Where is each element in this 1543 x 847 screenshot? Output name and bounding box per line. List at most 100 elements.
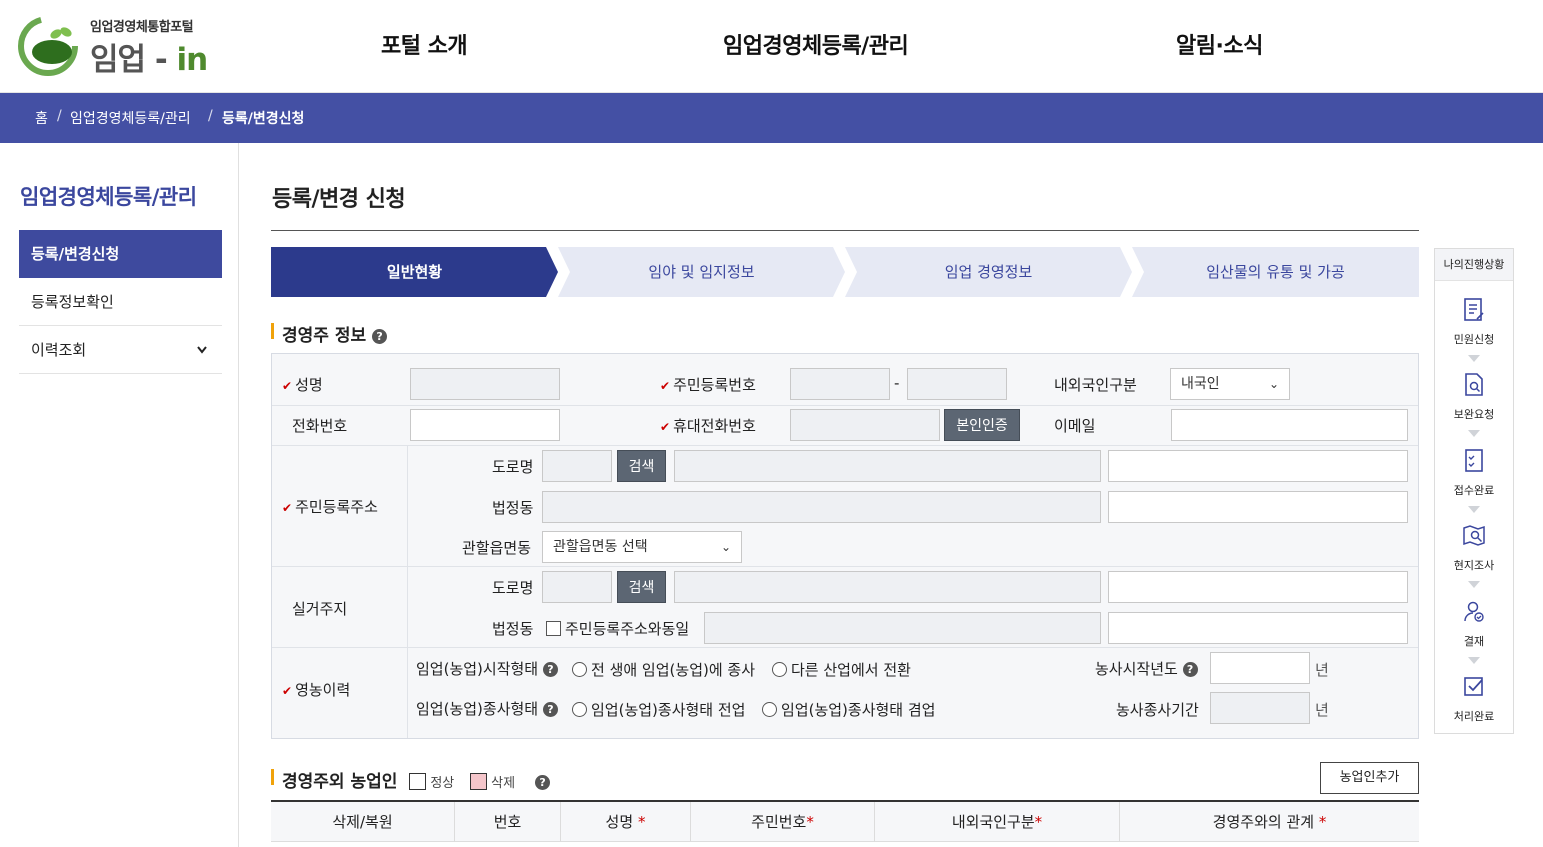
step-distribution[interactable]: 임산물의 유통 및 가공: [1132, 247, 1419, 297]
column-header-number: 번호: [455, 802, 561, 842]
breadcrumb-home[interactable]: 홈: [35, 108, 48, 128]
column-header-text: 내외국인구분: [951, 813, 1035, 831]
address-search-button[interactable]: 검색: [617, 450, 666, 482]
start-type-option-lifetime[interactable]: 전 생애 임업(농업)에 종사: [572, 659, 755, 680]
portal-logo[interactable]: 임업경영체통합포털 임업 - in: [18, 12, 218, 78]
label-text: 주민등록번호: [673, 376, 756, 394]
sidebar-item-registration-check[interactable]: 등록정보확인: [19, 278, 222, 326]
add-farmer-button[interactable]: 농업인추가: [1320, 762, 1419, 794]
help-icon[interactable]: ?: [542, 662, 558, 677]
arrow-down-icon: [1468, 657, 1480, 664]
work-type-option-parttime[interactable]: 임업(농업)종사형태 겸업: [762, 699, 935, 720]
step-label: 일반현황: [386, 263, 443, 281]
breadcrumb-separator: /: [57, 108, 62, 124]
start-year-field[interactable]: [1210, 652, 1310, 684]
address-search-button[interactable]: 검색: [617, 571, 666, 603]
start-type-label: 임업(농업)시작형태 ?: [416, 658, 558, 679]
column-header-text: 주민번호: [751, 813, 807, 831]
rrn-back-field[interactable]: [907, 368, 1007, 400]
checklist-icon: [1465, 449, 1483, 472]
page-title: 등록/변경 신청: [272, 187, 406, 212]
arrow-down-icon: [1468, 430, 1480, 437]
panel-title: 나의진행상황: [1435, 249, 1513, 281]
label-text: 성명: [295, 376, 323, 394]
road-address-field[interactable]: [674, 450, 1101, 482]
sidebar-item-history[interactable]: 이력조회: [19, 326, 222, 374]
radio-button[interactable]: [772, 662, 787, 677]
road-address-detail-field[interactable]: [1108, 450, 1408, 482]
jurisdiction-select[interactable]: 관할읍면동 선택 ⌄: [542, 531, 742, 563]
road-name-label: 도로명: [492, 458, 534, 476]
required-mark: ✔: [660, 379, 671, 393]
user-check-icon: [1464, 601, 1484, 622]
postal-code-field[interactable]: [542, 571, 612, 603]
legal-dong-label: 법정동: [492, 620, 534, 638]
chevron-down-icon: ⌄: [720, 540, 731, 554]
checkbox-label: 주민등록주소와동일: [565, 620, 690, 638]
logo-leaf-icon: [18, 16, 78, 76]
status-step-label: 현지조사: [1453, 559, 1495, 572]
year-unit: 년: [1315, 661, 1329, 679]
required-mark: *: [1034, 813, 1043, 831]
actual-address-label: 실거주지: [292, 600, 348, 618]
farmers-table-header: 삭제/복원 번호 성명 * 주민번호* 내외국인구분* 경영주와의 관계 *: [271, 800, 1419, 842]
work-period-field[interactable]: [1210, 692, 1310, 724]
sidebar-item-register-change[interactable]: 등록/변경신청: [19, 230, 222, 278]
nav-news[interactable]: 알림·소식: [1176, 28, 1263, 60]
help-icon[interactable]: ?: [1182, 662, 1198, 677]
same-as-resident-checkbox[interactable]: 주민등록주소와동일: [546, 618, 689, 639]
email-field[interactable]: [1171, 409, 1408, 441]
postal-code-field[interactable]: [542, 450, 612, 482]
label-text: 주민등록주소: [295, 498, 378, 516]
sidebar-item-label: 이력조회: [31, 341, 87, 359]
nationality-select[interactable]: 내국인 ⌄: [1170, 368, 1290, 400]
radio-button[interactable]: [572, 702, 587, 717]
start-type-option-switched[interactable]: 다른 산업에서 전환: [772, 659, 911, 680]
radio-button[interactable]: [572, 662, 587, 677]
nav-registration[interactable]: 임업경영체등록/관리: [723, 28, 909, 60]
legend-label: 정상: [430, 776, 455, 791]
help-icon[interactable]: ?: [535, 774, 551, 790]
name-field[interactable]: [410, 368, 560, 400]
road-address-detail-field[interactable]: [1108, 571, 1408, 603]
title-divider: [271, 230, 1419, 231]
legal-dong-label: 법정동: [492, 499, 534, 517]
label-text: 영농이력: [295, 681, 351, 699]
phone-field[interactable]: [410, 409, 560, 441]
step-general-status[interactable]: 일반현황: [271, 247, 558, 297]
legend-delete-swatch: [470, 773, 488, 790]
nav-portal-intro[interactable]: 포털 소개: [381, 28, 468, 60]
sidebar: 임업경영체등록/관리 등록/변경신청 등록정보확인 이력조회: [0, 143, 239, 847]
sidebar-title: 임업경영체등록/관리: [20, 185, 197, 209]
select-value: 내국인: [1181, 376, 1220, 392]
sidebar-item-label: 등록정보확인: [31, 293, 114, 311]
legal-dong-detail-field[interactable]: [1108, 612, 1408, 644]
step-management-info[interactable]: 임업 경영정보: [845, 247, 1132, 297]
jurisdiction-label: 관할읍면동: [462, 539, 532, 557]
farmers-section-title: 경영주외 농업인 정상 삭제 ?: [271, 767, 551, 792]
road-address-field[interactable]: [674, 571, 1101, 603]
checkbox[interactable]: [546, 621, 561, 636]
help-icon[interactable]: ?: [542, 702, 558, 717]
chevron-down-icon[interactable]: [196, 326, 208, 395]
help-icon[interactable]: ?: [372, 328, 388, 344]
status-step-application: 민원신청: [1435, 297, 1513, 347]
rrn-front-field[interactable]: [790, 368, 890, 400]
mobile-field[interactable]: [790, 409, 940, 441]
step-forest-info[interactable]: 임야 및 임지정보: [558, 247, 845, 297]
select-value: 관할읍면동 선택: [553, 539, 648, 555]
column-header-relation: 경영주와의 관계 *: [1120, 802, 1419, 842]
radio-button[interactable]: [762, 702, 777, 717]
logo-dash: -: [145, 42, 177, 78]
work-type-option-fulltime[interactable]: 임업(농업)종사형태 전업: [572, 699, 745, 720]
required-mark: *: [806, 813, 814, 831]
name-label: ✔ 성명: [282, 374, 323, 395]
legal-dong-detail-field[interactable]: [1108, 491, 1408, 523]
arrow-down-icon: [1468, 355, 1480, 362]
breadcrumb-level1[interactable]: 임업경영체등록/관리: [70, 108, 191, 128]
chevron-down-icon: ⌄: [1268, 377, 1279, 391]
verify-identity-button[interactable]: 본인인증: [944, 409, 1020, 441]
legal-dong-field[interactable]: [542, 491, 1101, 523]
legal-dong-field[interactable]: [704, 612, 1101, 644]
logo-in-text: in: [176, 42, 209, 78]
